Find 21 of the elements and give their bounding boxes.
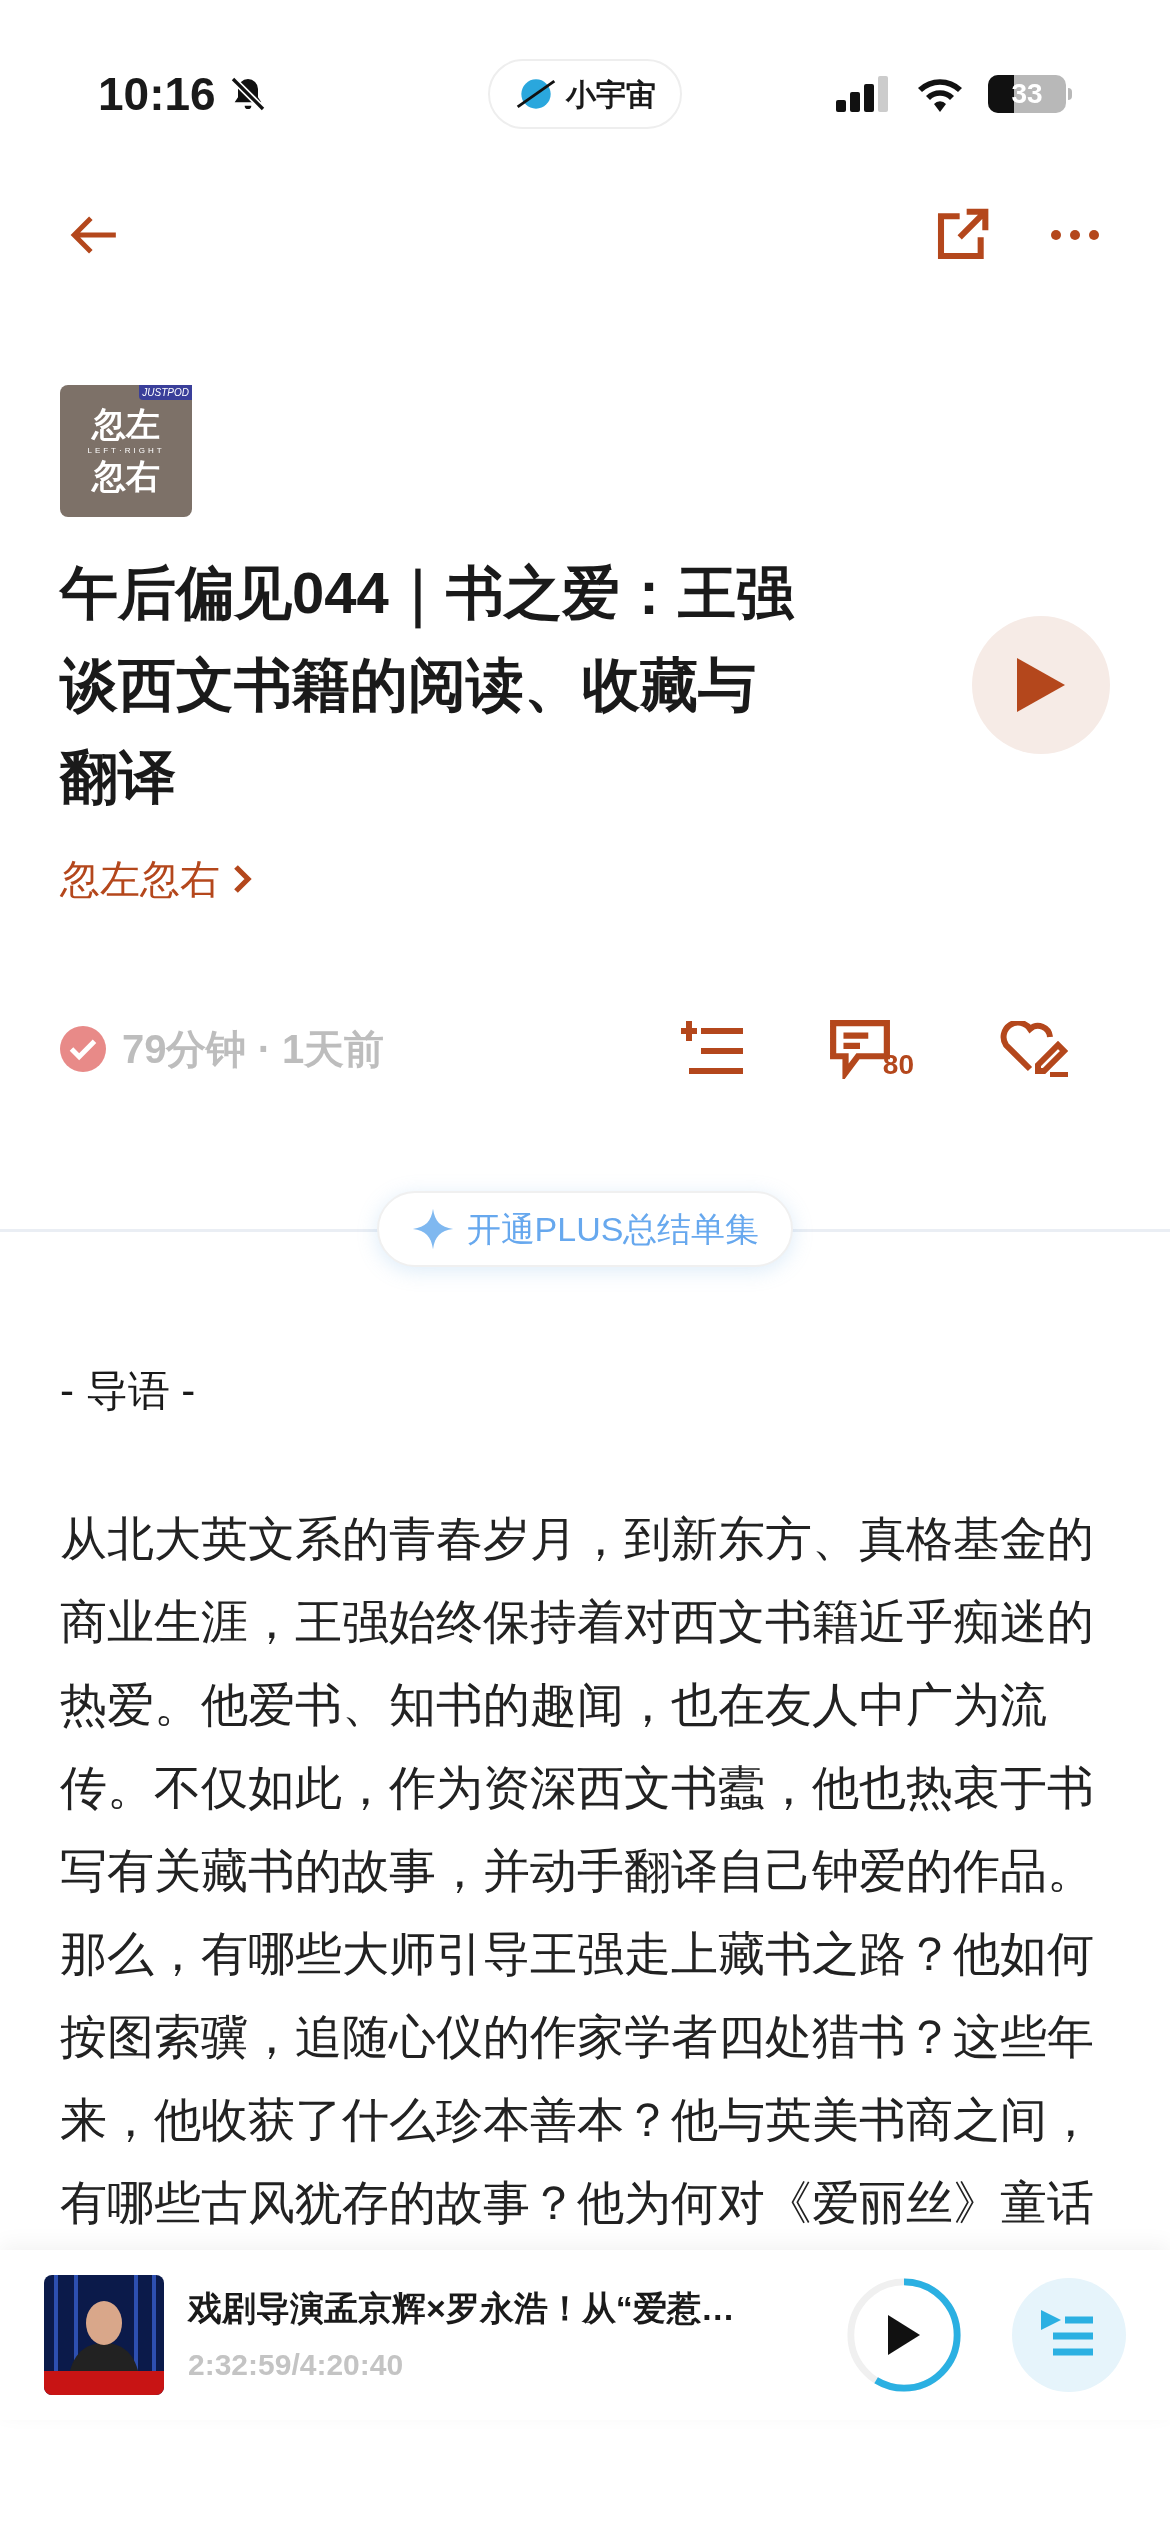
intro-text: 从北大英文系的青春岁月，到新东方、真格基金的商业生涯，王强始终保持着对西文书籍近乎痴迷的热爱。他爱书、知书的趣闻，也在友人中广为流传。不仅如此，作为资深西文书蠹，他也热衷于书写有关藏书的故事，并动手翻译自己钟爱的作品。那么，有哪些大师引导王强走上藏书之路？他如何按图索骥，追随心仪的作家学者四处猎书？这些年来，他收获了什么珍本善本？他与英美书商之间，有哪些古风犹存的故事？他为何对《爱丽丝》童话 [60,1511,1095,2231]
cover-subtitle: LEFT·RIGHT [87,445,165,457]
heart-edit-icon[interactable] [998,1021,1070,1077]
episode-meta: 79分钟 · 1天前 [122,1026,385,1073]
cover-title: 忽右 [92,460,160,494]
podcast-link[interactable]: 忽左忽右 [60,849,252,909]
cover-badge: JUSTPOD [139,385,192,400]
app-pill[interactable]: 小宇宙 [488,59,682,129]
mini-player[interactable]: 戏剧导演孟京辉×罗永浩！从“爱惹… 2:32:59/4:20:40 [0,2250,1170,2420]
play-pause-button[interactable] [844,2275,964,2395]
wifi-icon [916,76,964,112]
chevron-right-icon [232,863,252,895]
add-to-playlist-icon[interactable] [680,1021,745,1077]
now-playing-title: 戏剧导演孟京辉×罗永浩！从“爱惹… [188,2288,736,2329]
comments-button[interactable]: 80 [828,1019,914,1079]
status-time: 10:16 [98,66,216,122]
episode-title: 午后偏见044｜书之爱：王强谈西文书籍的阅读、收藏与翻译 [60,559,796,811]
playback-time: 2:32:59/4:20:40 [188,2347,405,2383]
more-icon[interactable] [1050,229,1100,241]
cover-title: 忽左 [92,408,160,442]
intro-heading: - 导语 - [60,1366,197,1416]
